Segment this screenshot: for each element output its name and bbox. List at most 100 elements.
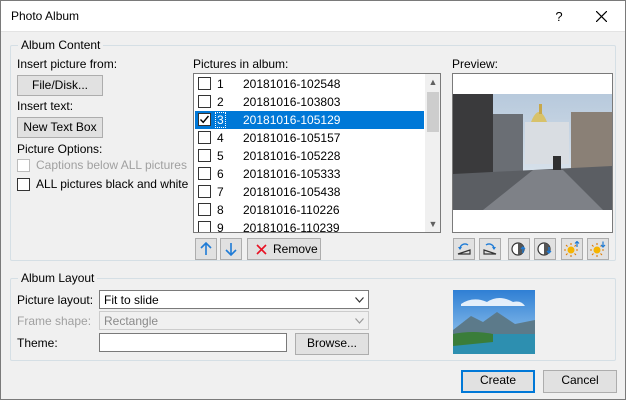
file-disk-button-label: File/Disk... (31, 78, 88, 92)
picture-checkbox[interactable] (198, 149, 211, 162)
album-content-label: Album Content (18, 38, 104, 52)
captions-below-checkbox (17, 159, 30, 172)
picture-number: 9 (217, 221, 224, 233)
browse-button[interactable]: Browse... (295, 333, 369, 355)
picture-item[interactable]: 8 20181016-110226 (195, 201, 424, 219)
black-and-white-checkbox[interactable] (17, 178, 30, 191)
decrease-contrast-button[interactable] (534, 238, 556, 260)
new-text-box-button-label: New Text Box (23, 120, 97, 134)
picture-layout-label: Picture layout: (17, 293, 94, 307)
picture-checkbox[interactable] (198, 203, 211, 216)
pictures-in-album-label: Pictures in album: (193, 57, 289, 71)
create-button-label: Create (479, 373, 517, 387)
picture-checkbox-checked[interactable] (198, 113, 211, 126)
preview-photo-image (453, 94, 612, 210)
contrast-up-icon (511, 242, 526, 256)
scroll-thumb[interactable] (427, 92, 439, 132)
frame-shape-select: Rectangle (99, 311, 369, 330)
contrast-down-icon (537, 242, 552, 256)
rotate-left-button[interactable] (453, 238, 475, 260)
increase-contrast-button[interactable] (508, 238, 530, 260)
rotate-right-button[interactable] (479, 238, 501, 260)
window-title: Photo Album (11, 9, 80, 23)
photo-album-dialog: Photo Album ? Album Content Insert pictu… (0, 0, 626, 400)
close-button[interactable] (583, 1, 619, 32)
rotate-right-icon (483, 243, 497, 255)
decrease-brightness-button[interactable] (587, 238, 609, 260)
cancel-button-label: Cancel (561, 373, 599, 387)
arrow-up-icon (200, 241, 212, 255)
increase-brightness-button[interactable] (561, 238, 583, 260)
picture-item[interactable]: 1 20181016-102548 (195, 75, 424, 93)
title-bar: Photo Album ? (1, 1, 625, 32)
picture-number: 2 (217, 95, 224, 109)
picture-checkbox[interactable] (198, 221, 211, 232)
cancel-button[interactable]: Cancel (543, 370, 617, 393)
picture-item[interactable]: 2 20181016-103803 (195, 93, 424, 111)
move-up-button[interactable] (195, 238, 217, 260)
picture-name: 20181016-110226 (243, 203, 340, 217)
file-disk-button[interactable]: File/Disk... (17, 75, 103, 96)
chevron-down-icon (351, 312, 368, 329)
album-layout-label: Album Layout (18, 271, 98, 285)
remove-x-icon (256, 244, 267, 255)
picture-number: 8 (217, 203, 224, 217)
picture-name: 20181016-103803 (243, 95, 341, 109)
picture-name: 20181016-102548 (243, 77, 341, 91)
rotate-left-icon (457, 243, 471, 255)
picture-item[interactable]: 7 20181016-105438 (195, 183, 424, 201)
preview-box (452, 73, 613, 233)
picture-item-selected[interactable]: 3 20181016-105129 (195, 111, 424, 129)
picture-name: 20181016-105333 (243, 167, 341, 181)
help-button[interactable]: ? (541, 1, 577, 32)
insert-picture-from-label: Insert picture from: (17, 57, 118, 71)
picture-number: 7 (217, 185, 224, 199)
new-text-box-button[interactable]: New Text Box (17, 117, 103, 138)
insert-text-label: Insert text: (17, 99, 74, 113)
remove-button-label: Remove (273, 242, 318, 256)
picture-number: 6 (217, 167, 224, 181)
chevron-down-icon[interactable] (351, 291, 368, 308)
picture-item[interactable]: 9 20181016-110239 (195, 219, 424, 233)
list-scrollbar[interactable]: ▲ ▼ (425, 74, 440, 232)
picture-name: 20181016-105228 (243, 149, 341, 163)
pictures-list[interactable]: 1 20181016-102548 2 20181016-103803 3 20… (193, 73, 441, 233)
layout-preview-image (453, 290, 535, 354)
picture-name: 20181016-105157 (243, 131, 341, 145)
brightness-down-icon (590, 241, 606, 257)
picture-number: 1 (217, 77, 224, 91)
picture-checkbox[interactable] (198, 131, 211, 144)
picture-name: 20181016-105129 (243, 113, 341, 127)
theme-input[interactable] (99, 333, 287, 352)
captions-below-label: Captions below ALL pictures (36, 158, 187, 172)
scroll-down-icon[interactable]: ▼ (425, 216, 440, 232)
picture-layout-select[interactable]: Fit to slide (99, 290, 369, 309)
scroll-up-icon[interactable]: ▲ (425, 74, 440, 90)
brightness-up-icon (564, 241, 580, 257)
picture-options-label: Picture Options: (17, 142, 103, 156)
frame-shape-label: Frame shape: (17, 314, 92, 328)
preview-label: Preview: (452, 57, 499, 71)
picture-layout-value: Fit to slide (104, 293, 159, 307)
picture-name: 20181016-110239 (243, 221, 340, 233)
browse-button-label: Browse... (306, 336, 357, 350)
close-icon (595, 10, 607, 23)
picture-item[interactable]: 4 20181016-105157 (195, 129, 424, 147)
picture-item[interactable]: 6 20181016-105333 (195, 165, 424, 183)
picture-checkbox[interactable] (198, 95, 211, 108)
move-down-button[interactable] (220, 238, 242, 260)
create-button[interactable]: Create (461, 370, 535, 393)
frame-shape-value: Rectangle (104, 314, 159, 328)
picture-number: 3 (215, 112, 226, 128)
picture-checkbox[interactable] (198, 185, 211, 198)
theme-label: Theme: (17, 336, 58, 350)
remove-button[interactable]: Remove (247, 238, 321, 260)
black-and-white-label[interactable]: ALL pictures black and white (36, 177, 188, 191)
picture-name: 20181016-105438 (243, 185, 341, 199)
picture-checkbox[interactable] (198, 167, 211, 180)
picture-number: 5 (217, 149, 224, 163)
picture-checkbox[interactable] (198, 77, 211, 90)
checkmark-icon (199, 115, 210, 124)
picture-item[interactable]: 5 20181016-105228 (195, 147, 424, 165)
arrow-down-icon (225, 243, 237, 257)
